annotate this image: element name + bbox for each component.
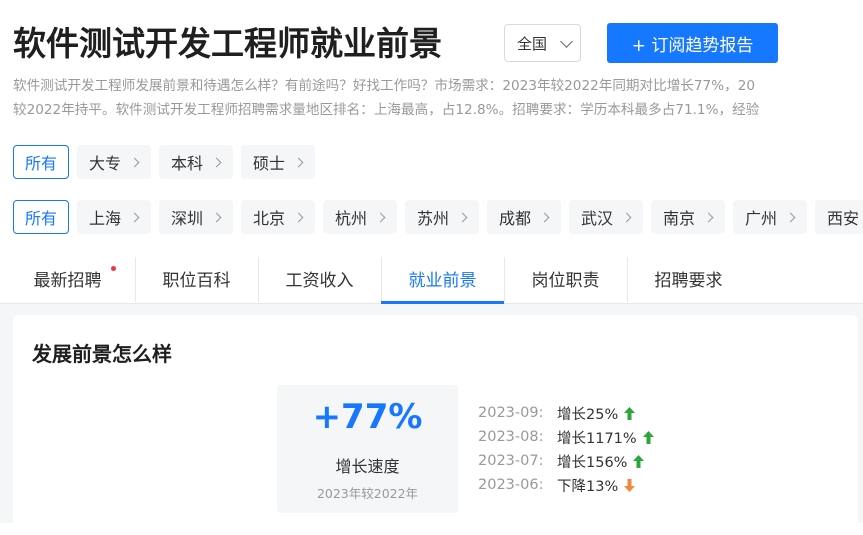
chevron-right-icon bbox=[457, 212, 468, 222]
chip-label: 所有 bbox=[25, 154, 58, 173]
trend-date: 2023-06: bbox=[478, 477, 544, 493]
summary-line: 软件测试开发工程师发展前景和待遇怎么样？有前途吗？好找工作吗？市场需求：2023… bbox=[13, 78, 756, 94]
chip-label: 苏州 bbox=[417, 209, 450, 228]
chevron-right-icon bbox=[293, 157, 304, 167]
city-chip-suzhou[interactable]: 苏州 bbox=[405, 200, 480, 234]
chip-label: 西安 bbox=[827, 209, 860, 228]
city-chip-xian[interactable]: 西安 bbox=[815, 200, 863, 234]
tab-label: 工资收入 bbox=[285, 271, 354, 291]
region-select[interactable]: 全国 bbox=[504, 24, 581, 62]
tab-job-duties[interactable]: 岗位职责 bbox=[504, 254, 627, 303]
tab-latest-jobs[interactable]: 最新招聘 bbox=[0, 254, 135, 303]
tab-employment-prospects[interactable]: 就业前景 bbox=[381, 254, 504, 304]
subscribe-report-button[interactable]: + 订阅趋势报告 bbox=[607, 23, 778, 63]
city-filter: 所有 上海 深圳 北京 杭州 苏州 成都 武汉 南京 广州 西安 bbox=[13, 200, 863, 234]
chip-label: 大专 bbox=[89, 154, 122, 173]
tab-position-wiki[interactable]: 职位百科 bbox=[135, 254, 258, 303]
education-chip-college[interactable]: 大专 bbox=[77, 145, 152, 179]
city-chip-wuhan[interactable]: 武汉 bbox=[569, 200, 644, 234]
trend-row: 2023-07: 增长156% bbox=[478, 449, 654, 473]
arrow-up-icon bbox=[624, 406, 636, 420]
chip-label: 深圳 bbox=[171, 209, 204, 228]
city-chip-beijing[interactable]: 北京 bbox=[241, 200, 316, 234]
education-chip-bachelor[interactable]: 本科 bbox=[159, 145, 234, 179]
city-chip-hangzhou[interactable]: 杭州 bbox=[323, 200, 398, 234]
trend-date: 2023-07: bbox=[478, 453, 544, 469]
trend-value: 增长156% bbox=[557, 454, 628, 471]
trend-value: 下降13% bbox=[557, 478, 619, 495]
chevron-right-icon bbox=[129, 212, 140, 222]
trend-value: 增长25% bbox=[557, 406, 619, 423]
region-select-value: 全国 bbox=[517, 34, 548, 53]
chip-label: 广州 bbox=[745, 209, 778, 228]
arrow-up-icon bbox=[633, 454, 645, 468]
trend-date: 2023-09: bbox=[478, 405, 544, 421]
chevron-right-icon bbox=[703, 212, 714, 222]
chevron-right-icon bbox=[539, 212, 550, 222]
tab-label: 岗位职责 bbox=[531, 271, 600, 291]
tab-label: 职位百科 bbox=[162, 271, 231, 291]
trend-row: 2023-08: 增长1171% bbox=[478, 425, 654, 449]
chip-label: 成都 bbox=[499, 209, 532, 228]
summary-description: 软件测试开发工程师发展前景和待遇怎么样？有前途吗？好找工作吗？市场需求：2023… bbox=[13, 74, 863, 122]
chevron-right-icon bbox=[621, 212, 632, 222]
trend-date: 2023-08: bbox=[478, 429, 544, 445]
education-chip-all[interactable]: 所有 bbox=[13, 145, 70, 179]
growth-value: +77% bbox=[312, 397, 423, 437]
summary-line: 较2022年持平。软件测试开发工程师招聘需求量地区排名：上海最高，占12.8%。… bbox=[13, 102, 760, 118]
chevron-right-icon bbox=[293, 212, 304, 222]
chip-label: 上海 bbox=[89, 209, 122, 228]
chip-label: 杭州 bbox=[335, 209, 368, 228]
tab-requirements[interactable]: 招聘要求 bbox=[627, 254, 750, 303]
education-filter: 所有 大专 本科 硕士 bbox=[13, 145, 316, 179]
arrow-up-icon bbox=[642, 430, 654, 444]
section-title: 发展前景怎么样 bbox=[32, 342, 172, 366]
chevron-right-icon bbox=[211, 157, 222, 167]
trend-row: 2023-06: 下降13% bbox=[478, 473, 654, 497]
chip-label: 所有 bbox=[25, 209, 58, 228]
chip-label: 南京 bbox=[663, 209, 696, 228]
chevron-right-icon bbox=[785, 212, 796, 222]
trend-row: 2023-09: 增长25% bbox=[478, 401, 654, 425]
chevron-down-icon bbox=[560, 34, 573, 48]
tab-label: 就业前景 bbox=[408, 271, 477, 291]
growth-summary: +77% 增长速度 2023年较2022年 bbox=[277, 385, 458, 513]
tab-label: 最新招聘 bbox=[33, 271, 102, 291]
growth-note: 2023年较2022年 bbox=[316, 486, 419, 501]
trend-value: 增长1171% bbox=[557, 430, 637, 447]
city-chip-nanjing[interactable]: 南京 bbox=[651, 200, 726, 234]
chip-label: 北京 bbox=[253, 209, 286, 228]
growth-label: 增长速度 bbox=[335, 457, 400, 476]
city-chip-all[interactable]: 所有 bbox=[13, 200, 70, 234]
chevron-right-icon bbox=[375, 212, 386, 222]
section-tabs: 最新招聘 职位百科 工资收入 就业前景 岗位职责 招聘要求 bbox=[0, 254, 863, 304]
city-chip-chengdu[interactable]: 成都 bbox=[487, 200, 562, 234]
city-chip-shenzhen[interactable]: 深圳 bbox=[159, 200, 234, 234]
notification-dot bbox=[111, 266, 116, 271]
tab-salary[interactable]: 工资收入 bbox=[258, 254, 381, 303]
chevron-right-icon bbox=[211, 212, 222, 222]
city-chip-guangzhou[interactable]: 广州 bbox=[733, 200, 808, 234]
chip-label: 武汉 bbox=[581, 209, 614, 228]
tab-label: 招聘要求 bbox=[654, 271, 723, 291]
chip-label: 本科 bbox=[171, 154, 204, 173]
chevron-right-icon bbox=[129, 157, 140, 167]
city-chip-shanghai[interactable]: 上海 bbox=[77, 200, 152, 234]
arrow-down-icon bbox=[624, 478, 636, 492]
prospects-card: 发展前景怎么样 +77% 增长速度 2023年较2022年 2023-09: 增… bbox=[13, 315, 858, 535]
monthly-trend-list: 2023-09: 增长25% 2023-08: 增长1171% 2023-07:… bbox=[478, 401, 654, 497]
chip-label: 硕士 bbox=[253, 154, 286, 173]
page-title: 软件测试开发工程师就业前景 bbox=[13, 24, 442, 63]
education-chip-master[interactable]: 硕士 bbox=[241, 145, 316, 179]
